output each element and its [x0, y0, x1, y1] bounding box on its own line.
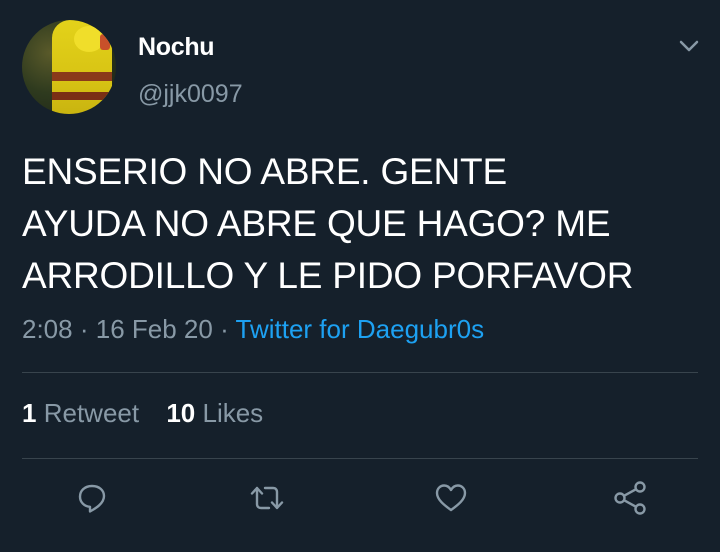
tweet-text-line: ENSERIO NO ABRE. GENTE	[22, 151, 507, 192]
share-button[interactable]	[610, 478, 650, 518]
tweet-text: ENSERIO NO ABRE. GENTE AYUDA NO ABRE QUE…	[22, 146, 702, 302]
tweet-metadata: 2:08 · 16 Feb 20 · Twitter for Daegubr0s	[22, 314, 484, 345]
avatar-stripe	[52, 92, 112, 100]
user-handle[interactable]: @jjk0097	[138, 80, 243, 109]
avatar[interactable]	[22, 20, 116, 114]
retweets-count: 1	[22, 398, 37, 428]
action-bar	[0, 478, 720, 518]
tweet-time: 2:08	[22, 314, 73, 344]
retweet-icon	[249, 482, 285, 514]
tweet-stats: 1 Retweet 10 Likes	[22, 398, 283, 429]
divider	[22, 372, 698, 373]
comment-icon	[76, 482, 108, 514]
reply-button[interactable]	[72, 478, 112, 518]
tweet-text-line: AYUDA NO ABRE QUE HAGO? ME	[22, 203, 611, 244]
tweet-date: 16 Feb 20	[95, 314, 213, 344]
heart-icon	[434, 482, 468, 514]
user-display-name[interactable]: Nochu	[138, 33, 215, 62]
meta-separator: ·	[220, 314, 229, 344]
share-icon	[612, 480, 648, 516]
avatar-detail	[100, 34, 110, 50]
retweet-button[interactable]	[247, 478, 287, 518]
likes-count: 10	[166, 398, 196, 428]
divider	[22, 458, 698, 459]
tweet-detail: Nochu @jjk0097 ENSERIO NO ABRE. GENTE AY…	[0, 0, 720, 552]
likes-stat[interactable]: 10 Likes	[166, 398, 263, 428]
like-button[interactable]	[431, 478, 471, 518]
tweet-text-line: ARRODILLO Y LE PIDO PORFAVOR	[22, 255, 634, 296]
retweets-stat[interactable]: 1 Retweet	[22, 398, 139, 428]
likes-label: Likes	[202, 398, 264, 428]
avatar-stripe	[52, 72, 112, 81]
chevron-down-icon[interactable]	[677, 36, 701, 56]
retweets-label: Retweet	[43, 398, 140, 428]
tweet-source-link[interactable]: Twitter for Daegubr0s	[236, 314, 485, 344]
meta-separator: ·	[79, 314, 89, 344]
